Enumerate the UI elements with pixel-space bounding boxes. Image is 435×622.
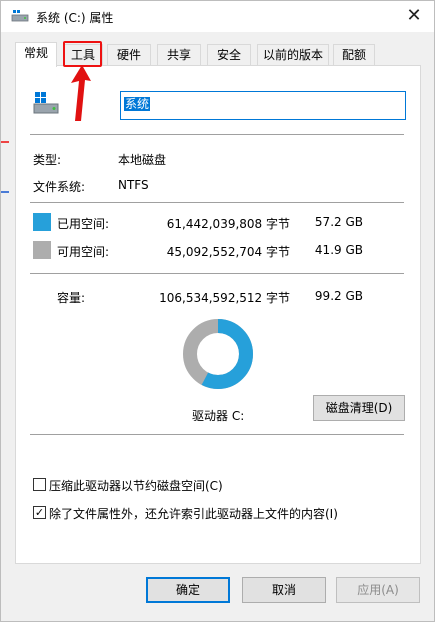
checkmark-icon: ✓ [34, 506, 45, 519]
capacity-label: 容量: [57, 291, 86, 305]
tab-security[interactable]: 安全 [207, 44, 251, 66]
ok-button[interactable]: 确定 [146, 577, 230, 603]
properties-window: 系统 (C:) 属性 ✕ 常规 工具 硬件 共享 安全 以前的版本 配额 系统 [0, 0, 435, 622]
volume-name-text: 系统 [124, 97, 151, 111]
divider [30, 434, 404, 435]
tab-tools[interactable]: 工具 [63, 44, 103, 66]
general-tab-panel: 系统 类型: 本地磁盘 文件系统: NTFS 已用空间: 61,442,039,… [15, 65, 421, 564]
type-value: 本地磁盘 [118, 153, 167, 167]
used-space-size: 57.2 GB [314, 215, 363, 229]
tab-quota[interactable]: 配额 [333, 44, 375, 66]
divider [30, 134, 404, 135]
window-title: 系统 (C:) 属性 [36, 11, 114, 25]
volume-name-input[interactable]: 系统 [120, 91, 406, 120]
background-window-edge [1, 141, 9, 171]
filesystem-value: NTFS [118, 178, 149, 192]
cancel-button[interactable]: 取消 [242, 577, 326, 603]
annotation-arrow-icon [71, 65, 91, 121]
used-space-swatch [33, 213, 51, 231]
drive-icon [33, 92, 59, 114]
drive-icon [11, 10, 29, 22]
free-space-size: 41.9 GB [314, 243, 363, 257]
tab-hardware[interactable]: 硬件 [107, 44, 151, 66]
used-space-label: 已用空间: [57, 217, 110, 231]
tab-general[interactable]: 常规 [15, 42, 57, 67]
title-bar: 系统 (C:) 属性 ✕ [1, 1, 434, 32]
free-space-bytes: 45,092,552,704 字节 [166, 245, 290, 259]
used-space-bytes: 61,442,039,808 字节 [166, 217, 290, 231]
capacity-size: 99.2 GB [314, 289, 363, 303]
drive-label: 驱动器 C: [192, 409, 245, 423]
divider [30, 202, 404, 203]
close-icon: ✕ [406, 5, 422, 26]
tab-sharing[interactable]: 共享 [157, 44, 201, 66]
compress-checkbox[interactable] [33, 478, 46, 491]
type-label: 类型: [33, 153, 62, 167]
free-space-label: 可用空间: [57, 245, 110, 259]
capacity-bytes: 106,534,592,512 字节 [159, 291, 290, 305]
filesystem-label: 文件系统: [33, 180, 86, 194]
background-window-edge [1, 191, 9, 193]
apply-button[interactable]: 应用(A) [336, 577, 420, 603]
compress-label[interactable]: 压缩此驱动器以节约磁盘空间(C) [49, 477, 223, 494]
free-space-swatch [33, 241, 51, 259]
usage-donut-chart [183, 319, 253, 389]
tab-strip: 常规 工具 硬件 共享 安全 以前的版本 配额 [15, 42, 421, 67]
close-button[interactable]: ✕ [400, 4, 428, 28]
divider [30, 273, 404, 274]
tab-previous-versions[interactable]: 以前的版本 [257, 44, 329, 66]
disk-cleanup-button[interactable]: 磁盘清理(D) [313, 395, 405, 421]
index-checkbox[interactable]: ✓ [33, 506, 46, 519]
index-label[interactable]: 除了文件属性外，还允许索引此驱动器上文件的内容(I) [49, 505, 338, 522]
